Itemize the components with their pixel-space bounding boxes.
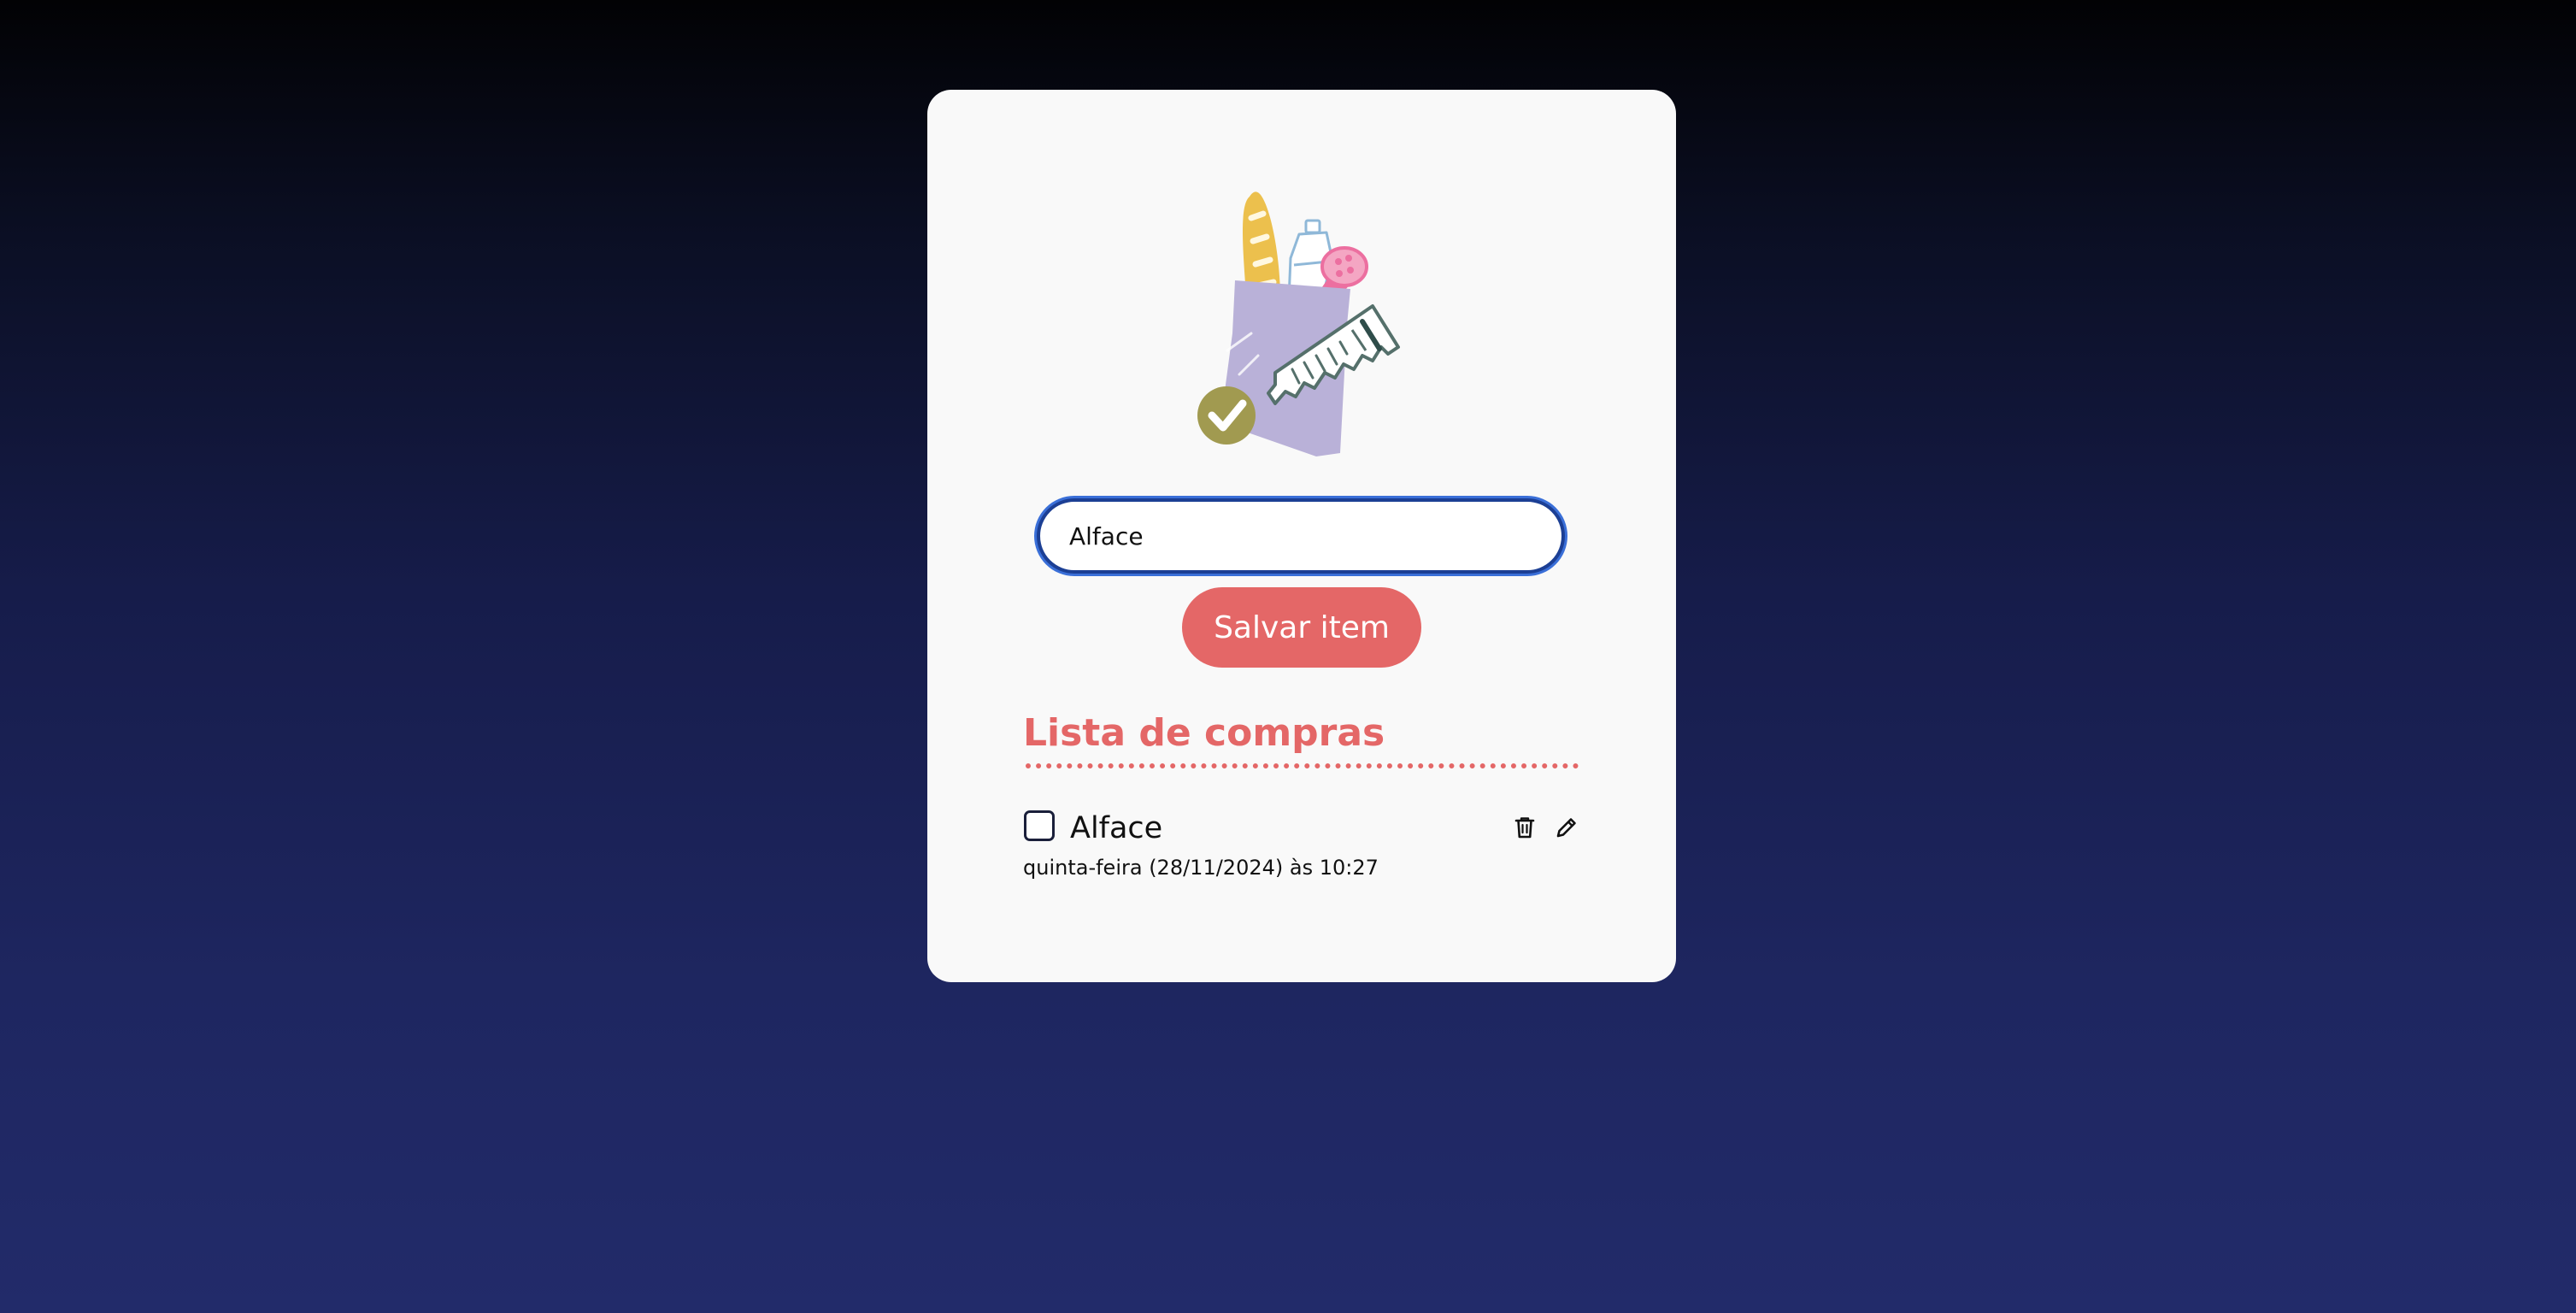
check-badge-icon (1197, 386, 1256, 445)
item-input[interactable] (1037, 498, 1565, 574)
title-divider (1026, 763, 1579, 768)
delete-item-button[interactable] (1509, 812, 1540, 843)
edit-item-button[interactable] (1551, 812, 1582, 843)
list-title: Lista de compras (1023, 711, 1385, 755)
shopping-bag-illustration (1197, 191, 1400, 456)
item-name: Alface (1070, 811, 1163, 845)
item-checkbox[interactable] (1024, 810, 1055, 841)
item-date: quinta-feira (28/11/2024) às 10:27 (1023, 856, 1379, 880)
trash-icon (1514, 817, 1535, 839)
pencil-icon (1556, 818, 1576, 838)
save-item-button[interactable]: Salvar item (1182, 587, 1421, 668)
